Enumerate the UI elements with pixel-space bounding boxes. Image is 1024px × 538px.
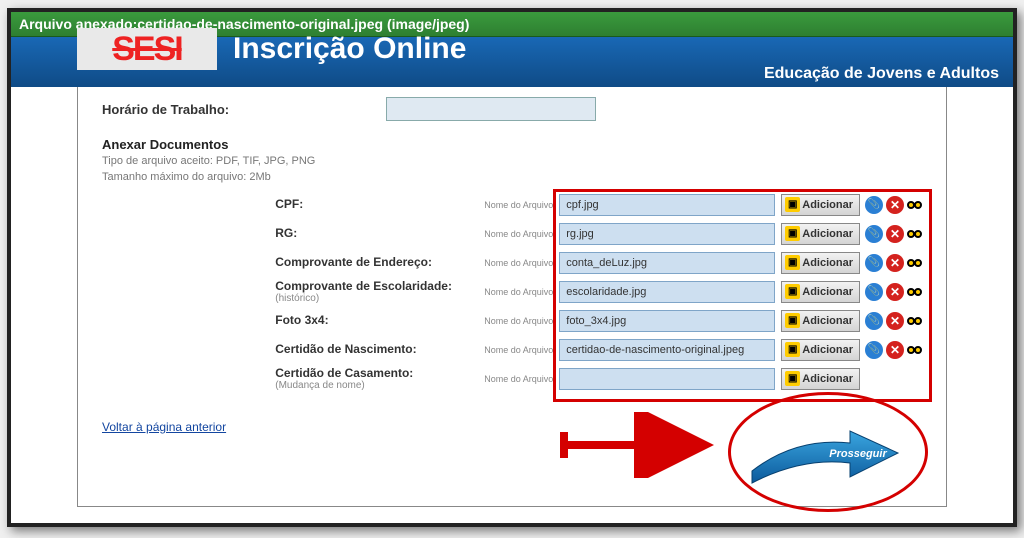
doc-sublabel: (Mudança de nome)	[275, 380, 475, 391]
doc-sublabel: (histórico)	[275, 293, 475, 304]
doc-label: CPF:	[275, 198, 475, 211]
doc-label: Certidão de Nascimento:	[275, 343, 475, 356]
document-icon: ▣	[785, 284, 800, 299]
doc-label: Comprovante de Escolaridade:(histórico)	[275, 280, 475, 304]
attach-icon[interactable]: 📎	[865, 341, 883, 359]
file-name-label: Nome do Arquivo	[475, 229, 559, 239]
delete-icon[interactable]: ✕	[886, 196, 904, 214]
doc-row: RG:Nome do Arquivo ▣Adicionar 📎✕	[275, 222, 922, 246]
logo-box: SESI	[77, 28, 217, 70]
delete-icon[interactable]: ✕	[886, 225, 904, 243]
back-link[interactable]: Voltar à página anterior	[102, 420, 226, 434]
add-button-label: Adicionar	[802, 344, 853, 356]
add-button[interactable]: ▣Adicionar	[781, 339, 860, 361]
add-button[interactable]: ▣Adicionar	[781, 310, 860, 332]
doc-row: Certidão de Casamento:(Mudança de nome)N…	[275, 367, 922, 391]
view-icon[interactable]	[907, 259, 922, 267]
file-name-input[interactable]	[559, 310, 775, 332]
add-button[interactable]: ▣Adicionar	[781, 223, 860, 245]
doc-label: Comprovante de Endereço:	[275, 256, 475, 269]
prosseguir-button[interactable]: Prosseguir	[746, 419, 906, 491]
file-name-label: Nome do Arquivo	[475, 345, 559, 355]
file-name-label: Nome do Arquivo	[475, 374, 559, 384]
view-icon[interactable]	[907, 288, 922, 296]
document-icon: ▣	[785, 313, 800, 328]
file-name-input[interactable]	[559, 223, 775, 245]
add-button-label: Adicionar	[802, 286, 853, 298]
attach-icon[interactable]: 📎	[865, 312, 883, 330]
file-name-input[interactable]	[559, 252, 775, 274]
file-name-label: Nome do Arquivo	[475, 316, 559, 326]
doc-label: Certidão de Casamento:(Mudança de nome)	[275, 367, 475, 391]
header-banner: SESI Inscrição Online Educação de Jovens…	[11, 37, 1013, 87]
doc-label: RG:	[275, 227, 475, 240]
file-name-label: Nome do Arquivo	[475, 258, 559, 268]
attach-icon[interactable]: 📎	[865, 283, 883, 301]
prosseguir-wrap: Prosseguir	[746, 419, 906, 496]
view-icon[interactable]	[907, 346, 922, 354]
add-button-label: Adicionar	[802, 199, 853, 211]
doc-row: Comprovante de Escolaridade:(histórico)N…	[275, 280, 922, 304]
add-button-label: Adicionar	[802, 257, 853, 269]
file-name-input[interactable]	[559, 368, 775, 390]
add-button[interactable]: ▣Adicionar	[781, 368, 860, 390]
attach-icon[interactable]: 📎	[865, 254, 883, 272]
add-button[interactable]: ▣Adicionar	[781, 194, 860, 216]
prosseguir-label: Prosseguir	[829, 448, 887, 460]
horario-input[interactable]	[386, 97, 596, 121]
page-title: Inscrição Online	[233, 32, 466, 66]
attach-icon[interactable]: 📎	[865, 196, 883, 214]
section-accepted: Tipo de arquivo aceito: PDF, TIF, JPG, P…	[102, 154, 922, 169]
file-name-label: Nome do Arquivo	[475, 200, 559, 210]
add-button-label: Adicionar	[802, 373, 853, 385]
add-button-label: Adicionar	[802, 315, 853, 327]
horario-label: Horário de Trabalho:	[102, 102, 322, 117]
delete-icon[interactable]: ✕	[886, 283, 904, 301]
header-subtitle: Educação de Jovens e Adultos	[764, 65, 999, 83]
content-panel: Horário de Trabalho: Anexar Documentos T…	[77, 87, 947, 507]
view-icon[interactable]	[907, 230, 922, 238]
section-maxsize: Tamanho máximo do arquivo: 2Mb	[102, 170, 922, 185]
section-heading: Anexar Documentos	[102, 137, 922, 152]
file-name-input[interactable]	[559, 339, 775, 361]
add-button-label: Adicionar	[802, 228, 853, 240]
view-icon[interactable]	[907, 317, 922, 325]
file-name-input[interactable]	[559, 194, 775, 216]
doc-row: Comprovante de Endereço:Nome do Arquivo ▣…	[275, 251, 922, 275]
delete-icon[interactable]: ✕	[886, 341, 904, 359]
app-frame: Arquivo anexado:certidao-de-nascimento-o…	[7, 8, 1017, 527]
delete-icon[interactable]: ✕	[886, 312, 904, 330]
add-button[interactable]: ▣Adicionar	[781, 252, 860, 274]
view-icon[interactable]	[907, 201, 922, 209]
attach-icon[interactable]: 📎	[865, 225, 883, 243]
horario-row: Horário de Trabalho:	[102, 97, 922, 121]
doc-label: Foto 3x4:	[275, 314, 475, 327]
doc-row: CPF:Nome do Arquivo ▣Adicionar 📎✕	[275, 193, 922, 217]
document-icon: ▣	[785, 371, 800, 386]
document-icon: ▣	[785, 226, 800, 241]
add-button[interactable]: ▣Adicionar	[781, 281, 860, 303]
file-name-label: Nome do Arquivo	[475, 287, 559, 297]
document-icon: ▣	[785, 255, 800, 270]
doc-row: Foto 3x4:Nome do Arquivo ▣Adicionar 📎✕	[275, 309, 922, 333]
document-icon: ▣	[785, 342, 800, 357]
document-icon: ▣	[785, 197, 800, 212]
doc-row: Certidão de Nascimento:Nome do Arquivo ▣A…	[275, 338, 922, 362]
file-name-input[interactable]	[559, 281, 775, 303]
logo-text: SESI	[112, 30, 181, 69]
delete-icon[interactable]: ✕	[886, 254, 904, 272]
